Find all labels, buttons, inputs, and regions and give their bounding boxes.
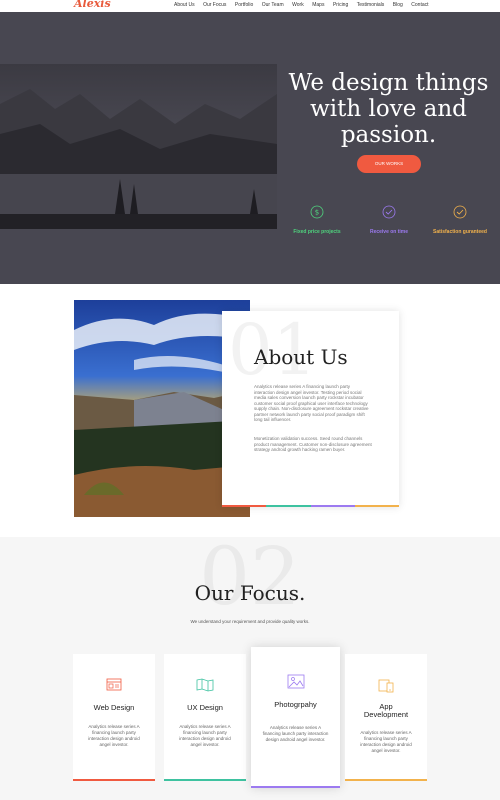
feature-label: Fixed price projects	[293, 229, 341, 235]
card-accent-bar	[345, 779, 427, 781]
focus-subtitle: We understand your requirement and provi…	[190, 619, 310, 624]
nav-item-our-focus[interactable]: Our Focus	[203, 2, 226, 8]
nav-item-maps[interactable]: Maps	[312, 2, 324, 8]
about-paragraph-1: Analytics release series A financing lau…	[254, 384, 369, 422]
check-circle-icon	[382, 205, 396, 219]
map-icon	[196, 678, 214, 692]
dollar-icon: $	[310, 205, 324, 219]
hero-landscape-image	[0, 64, 277, 229]
nav-item-about-us[interactable]: About Us	[174, 2, 195, 8]
card-title: Photogrpahy	[274, 700, 317, 709]
card-accent-bar	[73, 779, 155, 781]
main-menu: About Us Our Focus Portfolio Our Team Wo…	[174, 2, 437, 8]
logo[interactable]: Alexis	[74, 0, 111, 10]
focus-card-web-design[interactable]: Web Design Analytics release series A fi…	[73, 654, 155, 781]
card-accent-bar	[164, 779, 246, 781]
feature-satisfaction: Satisfaction guranteed	[420, 205, 500, 235]
focus-card-ux-design[interactable]: UX Design Analytics release series A fin…	[164, 654, 246, 781]
hero-title: We design things with love and passion.	[288, 70, 489, 148]
about-paragraph-2: Monetization validation success. Seed ro…	[254, 436, 372, 452]
card-title: Web Design	[93, 703, 135, 712]
card-title: UX Design	[187, 703, 223, 712]
about-title: About Us	[254, 345, 348, 369]
feature-fixed-price: $ Fixed price projects	[277, 205, 357, 235]
card-title: App Development	[363, 702, 409, 719]
hero-section: We design things with love and passion. …	[0, 12, 500, 284]
section-number: 02	[199, 530, 301, 623]
nav-item-pricing[interactable]: Pricing	[333, 2, 348, 8]
nav-item-portfolio[interactable]: Portfolio	[235, 2, 253, 8]
about-card: 01 About Us Analytics release series A f…	[222, 311, 399, 507]
our-works-button[interactable]: OUR WORKS	[357, 155, 421, 173]
check-circle-icon	[453, 205, 467, 219]
about-color-bar	[222, 505, 399, 507]
card-description: Analytics release series A financing lau…	[360, 730, 412, 753]
devices-icon	[378, 679, 394, 693]
nav-item-testimonials[interactable]: Testimonials	[357, 2, 385, 8]
card-description: Analytics release series A financing lau…	[179, 724, 231, 747]
top-navbar: Alexis About Us Our Focus Portfolio Our …	[0, 0, 500, 12]
nav-item-blog[interactable]: Blog	[393, 2, 403, 8]
photo-icon	[287, 674, 304, 689]
card-description: Analytics release series A financing lau…	[88, 724, 140, 747]
feature-label: Receive on time	[369, 229, 409, 235]
nav-item-contact[interactable]: Contact	[411, 2, 428, 8]
focus-card-app-development[interactable]: App Development Analytics release series…	[345, 654, 427, 781]
card-description: Analytics release series A financing lau…	[262, 725, 329, 742]
focus-card-photography[interactable]: Photogrpahy Analytics release series A f…	[251, 647, 340, 788]
web-design-icon	[106, 678, 122, 691]
nav-item-work[interactable]: Work	[292, 2, 304, 8]
our-focus-section: 02 Our Focus. We understand your require…	[0, 537, 500, 800]
svg-text:$: $	[315, 209, 319, 217]
card-accent-bar	[251, 786, 340, 788]
focus-title: Our Focus.	[194, 581, 306, 605]
feature-receive-on-time: Receive on time	[349, 205, 429, 235]
nav-item-our-team[interactable]: Our Team	[262, 2, 284, 8]
feature-label: Satisfaction guranteed	[433, 229, 487, 235]
